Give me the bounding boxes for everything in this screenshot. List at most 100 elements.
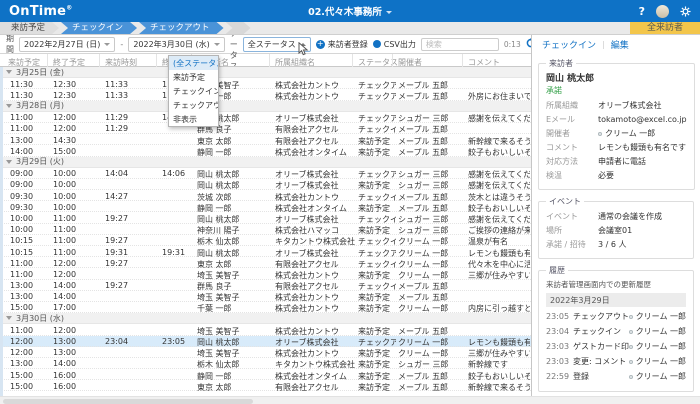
field-row: Eメールtokamoto@excel.co.jp	[546, 114, 687, 125]
date-to-select[interactable]: 2022年3月30日 (水)	[128, 37, 224, 52]
table-group-row[interactable]: 3月25日 (金)	[0, 67, 531, 78]
table-group-row[interactable]: 3月29日 (火)	[0, 157, 531, 168]
column-header-comment: コメント	[468, 57, 500, 68]
table-row[interactable]: 11:0012:0019:27東京 太郎有限会社アクセルチェックインクリーム 一…	[0, 257, 531, 268]
checkin-action-link[interactable]: チェックイン	[542, 38, 596, 51]
cell-organizer: メープル 五郎	[398, 147, 464, 158]
table-row[interactable]: 13:0014:0019:27群馬 良子有限会社アクセルチェックインメープル 五…	[0, 280, 531, 291]
office-selector[interactable]: 02.代々木事務所	[0, 4, 700, 18]
cell-organization: 有限会社アクセル	[275, 382, 355, 393]
dropdown-option[interactable]: 非表示	[169, 112, 218, 126]
history-user: クリーム 一郎	[629, 356, 686, 367]
toolbar: 期間 2022年2月27日 (日) - 2022年3月30日 (水) ステータス…	[0, 35, 531, 54]
tab-tail-chevron	[226, 22, 251, 34]
horizontal-scrollbar[interactable]	[0, 396, 700, 404]
dropdown-option[interactable]: チェックアウト	[169, 98, 218, 112]
table-row[interactable]: 13:0014:30東京 太郎有限会社アクセル来訪予定メープル 五郎新幹線で来る…	[0, 134, 531, 145]
all-visitors-button[interactable]: 全来訪者	[630, 22, 700, 34]
register-visitor-button[interactable]: 来訪者登録	[316, 39, 368, 50]
cell-visit-planned: 11:00	[10, 259, 50, 268]
cell-end-planned: 12:00	[53, 124, 101, 133]
settings-gear-icon[interactable]	[680, 2, 691, 21]
table-group-row[interactable]: 3月30日 (水)	[0, 313, 531, 324]
cell-end-planned: 12:00	[53, 113, 101, 122]
history-time: 22:59	[546, 372, 573, 381]
table-row[interactable]: 13:0014:00埼玉 美智子株式会社カントウ来訪予定メープル 五郎	[0, 291, 531, 302]
cell-visit-planned: 15:00	[10, 303, 50, 312]
table-row[interactable]: 11:3012:3011:3311:33埼玉 美智子株式会社カントウチェックアウ…	[0, 78, 531, 89]
history-time: 23:04	[546, 327, 573, 336]
cell-end-planned: 17:00	[53, 303, 101, 312]
vertical-scrollbar[interactable]	[0, 67, 3, 404]
user-avatar[interactable]	[656, 5, 669, 18]
table-row[interactable]: 15:0016:00東京 太郎有限会社アクセル来訪予定メープル 五郎新幹線で来る…	[0, 380, 531, 391]
horizontal-scrollbar-thumb[interactable]	[3, 399, 253, 404]
help-button[interactable]: ?	[639, 5, 645, 18]
table-row[interactable]: 15:0016:00静岡 一郎株式会社オンタイム来訪予定メープル 五郎餃子もおい…	[0, 369, 531, 380]
table-row[interactable]: 12:0013:00埼玉 美智子株式会社カントウ来訪予定クリーム 一郎三郷が住み…	[0, 347, 531, 358]
table-row[interactable]: 15:0017:00千葉 一郎株式会社カントウ来訪予定クリーム 一郎内房に引っ越…	[0, 302, 531, 313]
field-value: 申請者に電話	[598, 156, 687, 167]
cell-visit-time: 19:27	[105, 281, 153, 290]
status-tabs: 来訪予定チェックインチェックアウト 全来訪者	[0, 22, 700, 35]
table-row[interactable]: 09:0010:0014:0414:06岡山 桃太郎オリーブ株式会社チェックアウ…	[0, 168, 531, 179]
cell-visit-planned: 10:15	[10, 248, 50, 257]
cell-end-planned: 14:30	[53, 136, 101, 145]
table-row[interactable]: 10:1511:0019:27栃木 仙太郎キタカントウ株式会社チェックインクリー…	[0, 235, 531, 246]
cell-comment: 新幹線で来るそう	[468, 382, 530, 393]
table-row[interactable]: 09:0010:00岡山 桃太郎オリーブ株式会社来訪予定シュガー 三郎感謝を伝え…	[0, 179, 531, 190]
person-avatar-icon	[629, 345, 633, 349]
cell-organizer: メープル 五郎	[398, 382, 464, 393]
collapse-triangle-icon	[6, 70, 12, 74]
field-value: クリーム 一郎	[598, 128, 687, 139]
table-row[interactable]: 10:1511:0019:3119:31岡山 桃太郎オリーブ株式会社チェックアウ…	[0, 246, 531, 257]
search-input[interactable]	[421, 38, 499, 51]
table-row[interactable]: 11:0012:00埼玉 美智子株式会社カントウ来訪予定クリーム 一郎三郷が住み…	[0, 268, 531, 279]
csv-export-button[interactable]: CSV出力	[373, 39, 416, 50]
table-row[interactable]: 12:0013:0023:0423:05岡山 桃太郎オリーブ株式会社チェックアウ…	[0, 336, 531, 347]
tab-チェックイン[interactable]: チェックイン	[61, 22, 137, 34]
cell-end-planned: 12:30	[53, 80, 101, 89]
history-user: クリーム 一郎	[629, 311, 686, 322]
plus-circle-icon	[316, 40, 325, 49]
cell-comment: 外房にお住まいです。	[468, 91, 530, 102]
edit-action-link[interactable]: 編集	[611, 38, 629, 51]
cell-status: 来訪予定	[358, 303, 396, 314]
app-logo: OnTime®	[9, 4, 72, 19]
table-row[interactable]: 10:0011:0019:27岡山 桃太郎オリーブ株式会社チェックインシュガー …	[0, 212, 531, 223]
action-divider: |	[602, 40, 605, 49]
table-row[interactable]: 11:0012:0011:29群馬 良子有限会社アクセルチェックインメープル 五…	[0, 123, 531, 134]
cell-organization: 株式会社カントウ	[275, 91, 355, 102]
cell-status: 来訪予定	[358, 382, 396, 393]
date-from-select[interactable]: 2022年2月27日 (日)	[19, 37, 115, 52]
history-action: 登録	[573, 371, 629, 382]
cell-visitor-name: 千葉 一郎	[197, 303, 271, 314]
table-group-row[interactable]: 3月28日 (月)	[0, 101, 531, 112]
person-avatar-icon	[629, 375, 633, 379]
cell-visit-planned: 11:00	[10, 270, 50, 279]
tab-来訪予定[interactable]: 来訪予定	[0, 22, 59, 34]
cell-visit-planned: 11:00	[10, 113, 50, 122]
cell-end-planned: 12:00	[53, 326, 101, 335]
dropdown-option[interactable]: (全ステータス)	[169, 56, 218, 70]
cell-visit-planned: 10:00	[10, 214, 50, 223]
dropdown-option[interactable]: 来訪予定	[169, 70, 218, 84]
table-row[interactable]: 09:3010:00静岡 一郎株式会社オンタイム来訪予定メープル 五郎餃子もおい…	[0, 201, 531, 212]
cell-end-planned: 12:30	[53, 91, 101, 100]
table-row[interactable]: 14:0015:00静岡 一郎株式会社オンタイム来訪予定メープル 五郎餃子もおい…	[0, 145, 531, 156]
table-row[interactable]: 11:3012:3011:3311:33千葉 一郎株式会社カントウチェックアウト…	[0, 89, 531, 100]
table-row[interactable]: 11:0012:0011:2914:06岡山 桃太郎オリーブ株式会社チェックアウ…	[0, 112, 531, 123]
field-label: 開催者	[546, 128, 598, 139]
table-row[interactable]: 13:0014:00栃木 仙太郎キタカントウ株式会社来訪予定シュガー 三郎新幹線…	[0, 358, 531, 369]
approval-status-badge: 承諾	[546, 85, 687, 96]
table-row[interactable]: 11:0012:00埼玉 美智子株式会社カントウ来訪予定メープル 五郎	[0, 324, 531, 335]
cell-visitor-name: 東京 太郎	[197, 382, 271, 393]
cell-end-planned: 11:00	[53, 225, 101, 234]
cell-visit-planned: 13:00	[10, 281, 50, 290]
tab-チェックアウト[interactable]: チェックアウト	[139, 22, 224, 34]
table-row[interactable]: 10:0011:00神奈川 陽子株式会社ハマッコ来訪予定シュガー 三郎ご挨拶の連…	[0, 224, 531, 235]
table-row[interactable]: 09:3010:0014:27茨城 次郎株式会社カントウチェックインメープル 五…	[0, 190, 531, 201]
cell-visit-planned: 13:00	[10, 136, 50, 145]
dropdown-option[interactable]: チェックイン	[169, 84, 218, 98]
visitor-section: 来訪者 岡山 桃太郎 承諾 所属組織オリーブ株式会社Eメールtokamoto@e…	[538, 58, 695, 190]
